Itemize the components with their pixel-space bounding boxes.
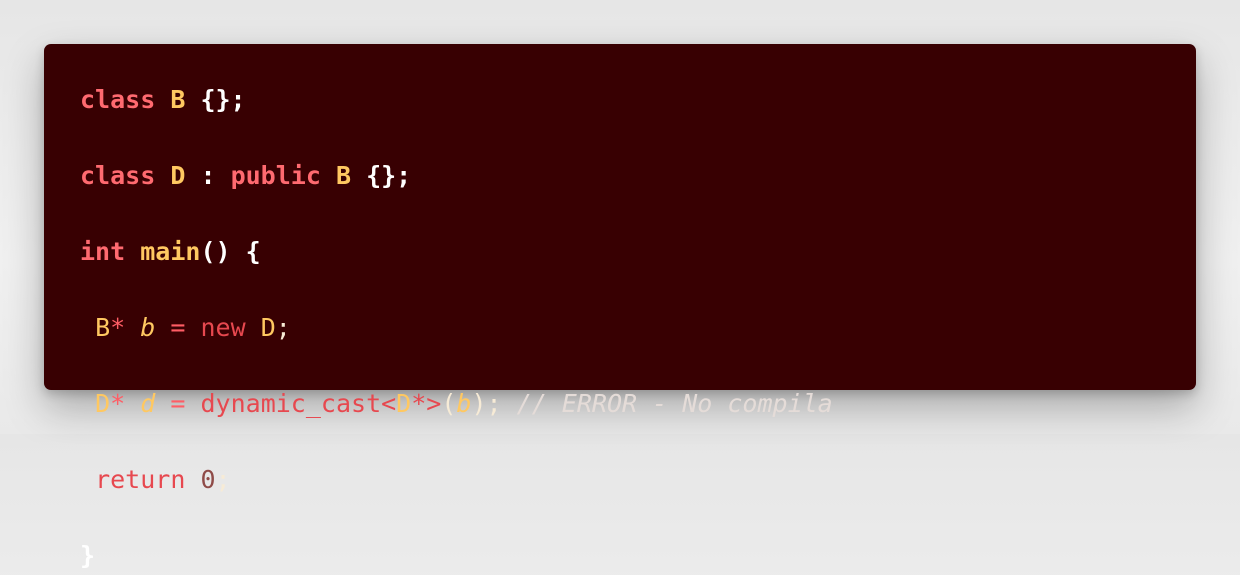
keyword-return: return bbox=[95, 465, 186, 494]
class-name: D bbox=[170, 161, 186, 190]
assign-operator: = bbox=[170, 313, 186, 342]
type-name: B bbox=[95, 313, 111, 342]
colon: : bbox=[200, 161, 216, 190]
code-text: class B {}; class D : public B {}; int m… bbox=[80, 81, 833, 575]
punctuation: {}; bbox=[366, 161, 412, 190]
type-name: D bbox=[95, 389, 111, 418]
code-line-5: D* d = dynamic_cast<D*>(b); // ERROR - N… bbox=[80, 385, 833, 423]
code-line-4: B* b = new D; bbox=[80, 309, 833, 347]
cast-close: *> bbox=[411, 389, 442, 418]
keyword-int: int bbox=[80, 237, 126, 266]
cast-keyword: dynamic_cast< bbox=[200, 389, 397, 418]
base-class-name: B bbox=[335, 161, 352, 190]
type-name: D bbox=[260, 313, 276, 342]
cast-type: D bbox=[396, 389, 412, 418]
code-line-7: } bbox=[80, 537, 833, 575]
comment: // ERROR - No compila bbox=[516, 389, 833, 418]
assign-operator: = bbox=[170, 389, 186, 418]
code-line-6: return 0; bbox=[80, 461, 833, 499]
code-line-1: class B {}; bbox=[80, 81, 833, 119]
punctuation: () { bbox=[200, 237, 261, 266]
keyword-new: new bbox=[200, 313, 246, 342]
pointer-star: * bbox=[110, 313, 126, 342]
closing-brace: } bbox=[80, 541, 96, 570]
argument-name: b bbox=[456, 389, 472, 418]
keyword-public: public bbox=[230, 161, 321, 190]
paren-close: ); bbox=[471, 389, 502, 418]
pointer-star: * bbox=[110, 389, 126, 418]
function-name: main bbox=[140, 237, 201, 266]
keyword-class: class bbox=[80, 161, 156, 190]
variable-name: d bbox=[140, 389, 156, 418]
punctuation: ; bbox=[215, 465, 231, 494]
number-literal: 0 bbox=[200, 465, 216, 494]
code-line-3: int main() { bbox=[80, 233, 833, 271]
keyword-class: class bbox=[80, 85, 156, 114]
paren-open: ( bbox=[441, 389, 457, 418]
punctuation: {}; bbox=[200, 85, 246, 114]
class-name: B bbox=[170, 85, 186, 114]
variable-name: b bbox=[140, 313, 156, 342]
code-block: class B {}; class D : public B {}; int m… bbox=[44, 44, 1196, 570]
code-line-2: class D : public B {}; bbox=[80, 157, 833, 195]
punctuation: ; bbox=[275, 313, 291, 342]
